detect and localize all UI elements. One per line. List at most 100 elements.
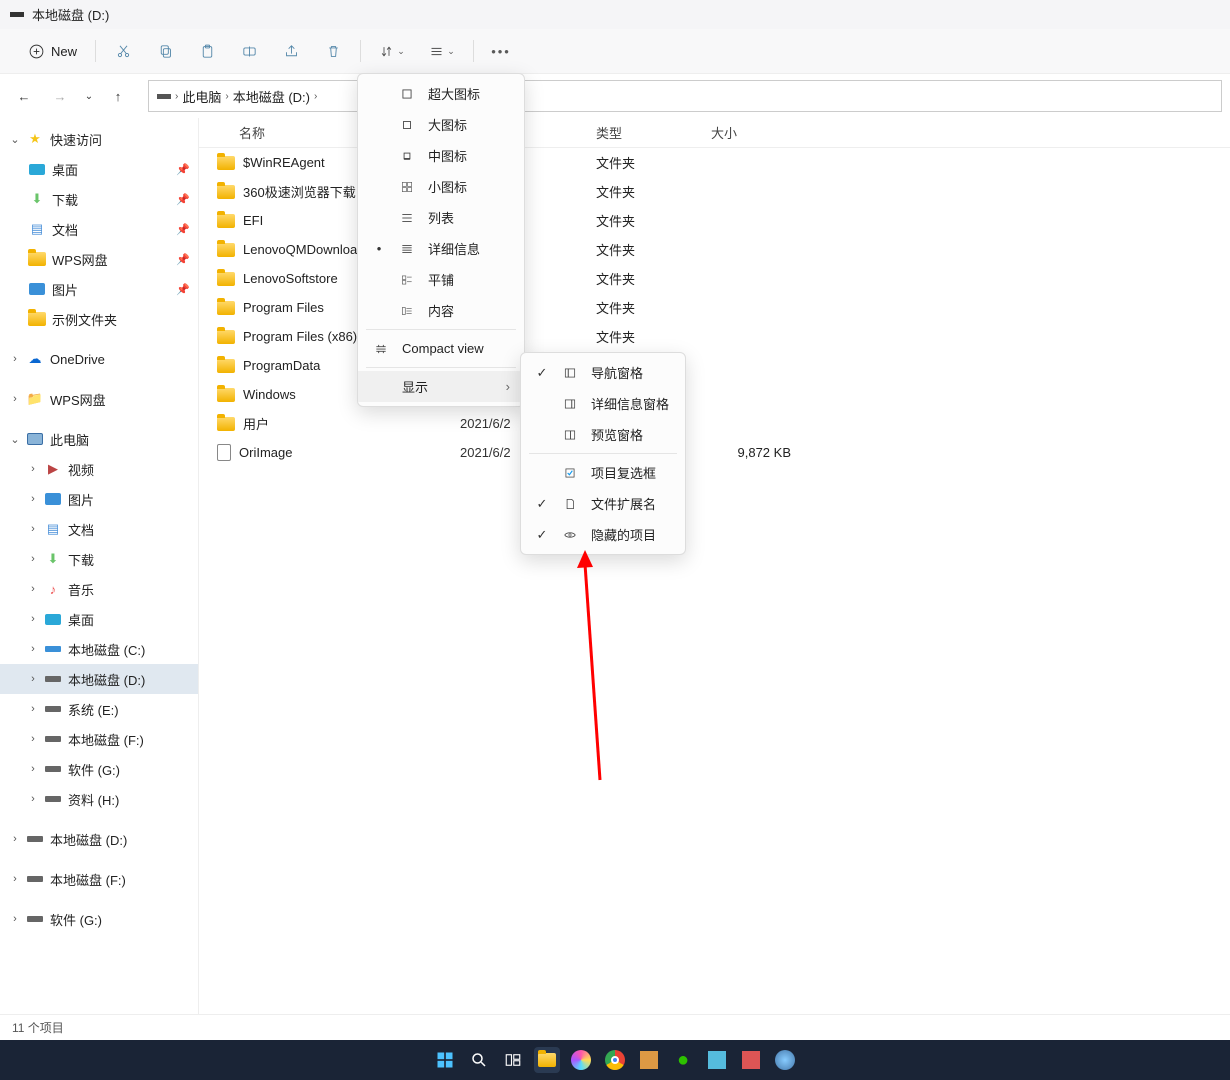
rename-button[interactable] — [228, 33, 270, 69]
sort-button[interactable]: ⌄ — [367, 33, 417, 69]
sidebar-onedrive[interactable]: ☁OneDrive — [0, 344, 198, 374]
menu-item[interactable]: 超大图标 — [358, 78, 524, 109]
file-row[interactable]: 360极速浏览器下载3 17:26文件夹 — [199, 177, 1230, 206]
file-row[interactable]: $WinREAgent2:15文件夹 — [199, 148, 1230, 177]
folder-icon — [217, 301, 235, 315]
start-button[interactable] — [432, 1047, 458, 1073]
star-icon: ★ — [26, 130, 44, 148]
sidebar-item[interactable]: 桌面📌 — [0, 154, 198, 184]
menu-item[interactable]: 中图标 — [358, 140, 524, 171]
view-button[interactable]: ⌄ — [417, 33, 467, 69]
file-row[interactable]: OriImage2021/6/29,872 KB — [199, 438, 1230, 467]
folder-icon — [217, 272, 235, 286]
sidebar-item[interactable]: 软件 (G:) — [0, 754, 198, 784]
share-button[interactable] — [270, 33, 312, 69]
file-row[interactable]: Windows2021/4/ — [199, 380, 1230, 409]
menu-compact-view[interactable]: Compact view — [358, 333, 524, 364]
sidebar-item[interactable]: 本地磁盘 (F:) — [0, 864, 198, 894]
sidebar-quick-access[interactable]: ★快速访问 — [0, 124, 198, 154]
file-row[interactable]: LenovoSoftstore6 23:31文件夹 — [199, 264, 1230, 293]
folder-icon — [217, 214, 235, 228]
recent-button[interactable]: ⌄ — [80, 80, 98, 112]
plus-circle-icon — [28, 43, 45, 60]
breadcrumb-disk-d[interactable]: 本地磁盘 (D:) — [233, 87, 310, 106]
up-button[interactable]: ↑ — [102, 80, 134, 112]
file-row[interactable]: EFI6 17:18文件夹 — [199, 206, 1230, 235]
sidebar-item[interactable]: ▤文档 — [0, 514, 198, 544]
menu-item[interactable]: 详细信息窗格 — [521, 388, 685, 419]
sidebar-item[interactable]: ▶视频 — [0, 454, 198, 484]
sidebar-item[interactable]: 资料 (H:) — [0, 784, 198, 814]
sidebar-this-pc[interactable]: 此电脑 — [0, 424, 198, 454]
chevron-right-icon: › — [506, 379, 510, 394]
menu-item[interactable]: ✓文件扩展名 — [521, 488, 685, 519]
sidebar-item[interactable]: WPS网盘📌 — [0, 244, 198, 274]
file-row[interactable]: Program Files (x86)6 15:00文件夹 — [199, 322, 1230, 351]
more-button[interactable]: ••• — [480, 33, 522, 69]
sidebar-item[interactable]: ⬇下载📌 — [0, 184, 198, 214]
wechat-icon[interactable]: ● — [670, 1047, 696, 1073]
sidebar-item[interactable]: 示例文件夹 — [0, 304, 198, 334]
app-icon[interactable] — [636, 1047, 662, 1073]
menu-item[interactable]: ✓隐藏的项目 — [521, 519, 685, 550]
forward-button[interactable]: → — [44, 80, 76, 112]
menu-item[interactable]: 小图标 — [358, 171, 524, 202]
menu-item[interactable]: 大图标 — [358, 109, 524, 140]
menu-item[interactable]: •详细信息 — [358, 233, 524, 264]
cut-button[interactable] — [102, 33, 144, 69]
sidebar-item[interactable]: 本地磁盘 (D:) — [0, 664, 198, 694]
rename-icon — [241, 43, 258, 60]
chrome-icon[interactable] — [602, 1047, 628, 1073]
sidebar-item[interactable]: ♪音乐 — [0, 574, 198, 604]
toolbar-separator — [95, 40, 96, 62]
titlebar: 本地磁盘 (D:) — [0, 0, 1230, 29]
menu-item[interactable]: 平铺 — [358, 264, 524, 295]
sidebar-item[interactable]: ▤文档📌 — [0, 214, 198, 244]
sidebar-item[interactable]: 图片 — [0, 484, 198, 514]
menu-item[interactable]: 内容 — [358, 295, 524, 326]
address-bar[interactable]: › 此电脑 › 本地磁盘 (D:) › — [148, 80, 1222, 112]
paste-button[interactable] — [186, 33, 228, 69]
cut-icon — [115, 43, 132, 60]
menu-item[interactable]: ✓导航窗格 — [521, 357, 685, 388]
sidebar-item[interactable]: 系统 (E:) — [0, 694, 198, 724]
file-row[interactable]: ProgramData — [199, 351, 1230, 380]
folder-icon — [217, 359, 235, 373]
app-icon[interactable] — [568, 1047, 594, 1073]
sidebar-item[interactable]: 桌面 — [0, 604, 198, 634]
sidebar-item[interactable]: 本地磁盘 (F:) — [0, 724, 198, 754]
menu-item[interactable]: 项目复选框 — [521, 457, 685, 488]
copy-button[interactable] — [144, 33, 186, 69]
app-icon[interactable] — [772, 1047, 798, 1073]
file-row[interactable]: Program Files2:41文件夹 — [199, 293, 1230, 322]
sort-icon — [379, 43, 394, 60]
chevron-right-icon[interactable]: › — [314, 91, 317, 102]
explorer-taskbar[interactable] — [534, 1047, 560, 1073]
menu-item[interactable]: 预览窗格 — [521, 419, 685, 450]
new-label: New — [51, 44, 77, 59]
breadcrumb-thispc[interactable]: 此电脑 — [182, 87, 221, 106]
delete-button[interactable] — [312, 33, 354, 69]
sidebar-item[interactable]: 本地磁盘 (D:) — [0, 824, 198, 854]
menu-item[interactable]: 列表 — [358, 202, 524, 233]
sidebar-item[interactable]: 图片📌 — [0, 274, 198, 304]
app-icon[interactable] — [738, 1047, 764, 1073]
sidebar-wps[interactable]: 📁WPS网盘 — [0, 384, 198, 414]
file-row[interactable]: 用户2021/6/2 — [199, 409, 1230, 438]
compact-icon — [372, 342, 390, 356]
search-button[interactable] — [466, 1047, 492, 1073]
new-button[interactable]: New — [16, 33, 89, 69]
sidebar-item[interactable]: ⬇下载 — [0, 544, 198, 574]
pin-icon: 📌 — [176, 163, 190, 176]
menu-show[interactable]: 显示› — [358, 371, 524, 402]
taskview-button[interactable] — [500, 1047, 526, 1073]
chevron-right-icon[interactable]: › — [225, 91, 228, 102]
column-type[interactable]: 类型 — [596, 123, 711, 142]
column-size[interactable]: 大小 — [711, 123, 811, 142]
app-icon[interactable] — [704, 1047, 730, 1073]
sidebar-item[interactable]: 软件 (G:) — [0, 904, 198, 934]
back-button[interactable]: ← — [8, 80, 40, 112]
sidebar-item[interactable]: 本地磁盘 (C:) — [0, 634, 198, 664]
file-row[interactable]: LenovoQMDownload6 19:40文件夹 — [199, 235, 1230, 264]
chevron-right-icon[interactable]: › — [175, 91, 178, 102]
